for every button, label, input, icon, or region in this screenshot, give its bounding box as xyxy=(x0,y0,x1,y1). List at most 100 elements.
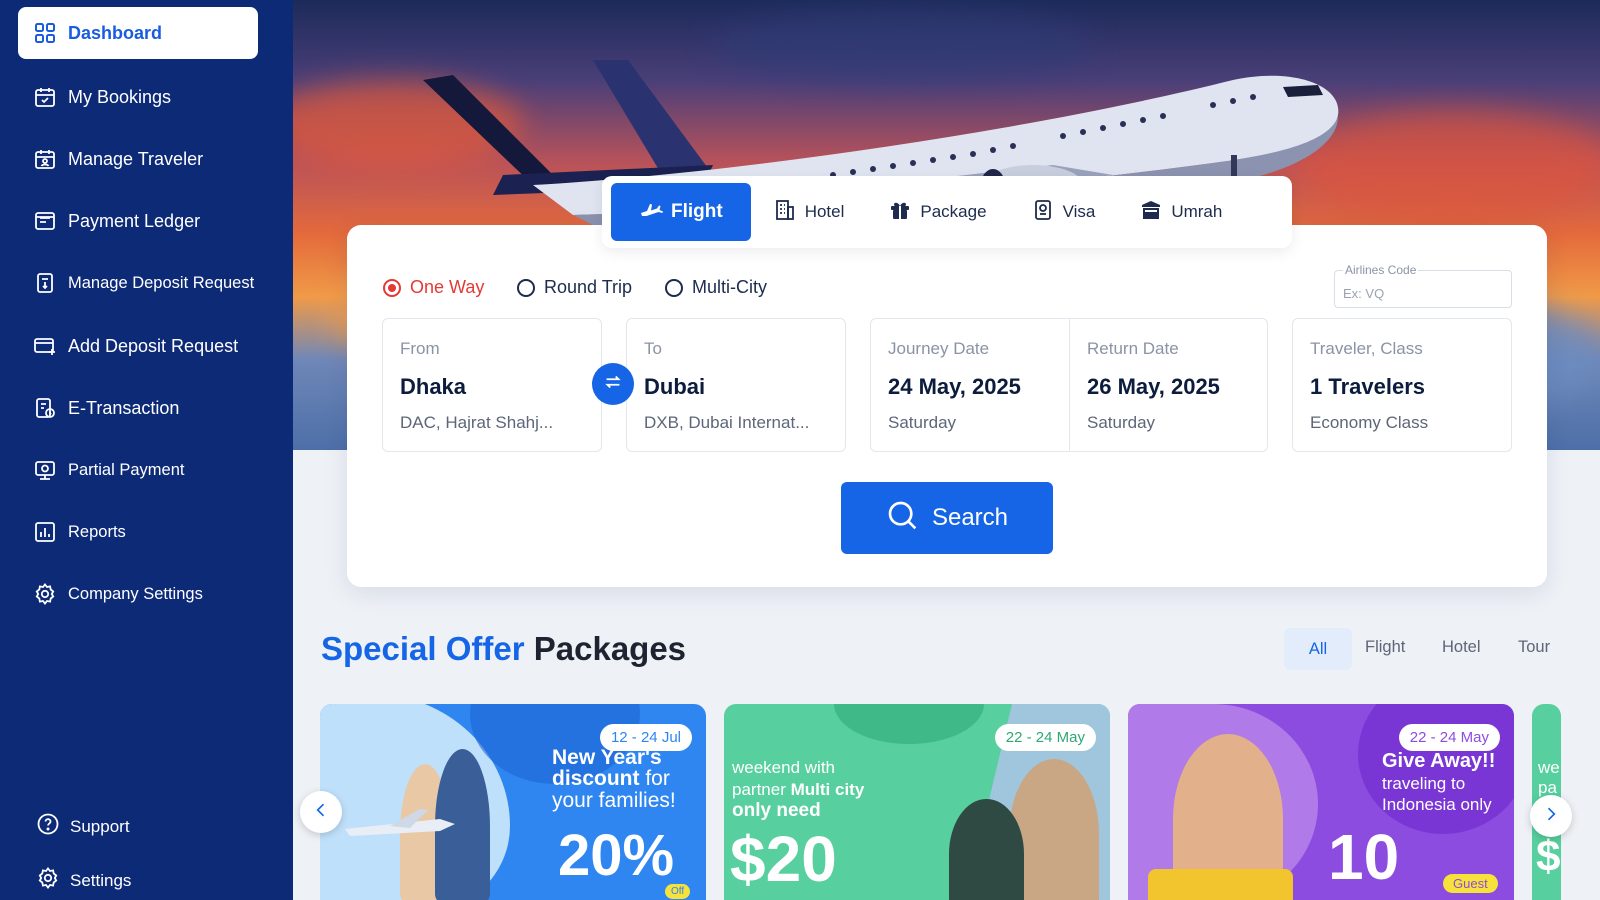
offer-line-2: discount for xyxy=(552,768,670,789)
offer-line-3: your families! xyxy=(552,789,676,812)
search-icon xyxy=(886,499,918,538)
tab-flight[interactable]: Flight xyxy=(611,183,751,241)
airlines-code-field[interactable]: Airlines Code xyxy=(1334,263,1512,308)
sidebar-item-my-bookings[interactable]: My Bookings xyxy=(18,71,258,123)
tab-hotel[interactable]: Hotel xyxy=(751,183,867,241)
filter-hotel[interactable]: Hotel xyxy=(1442,638,1481,657)
ledger-icon xyxy=(32,208,58,234)
offer-line-2-rest: partner xyxy=(732,780,786,799)
sidebar-item-reports[interactable]: Reports xyxy=(18,506,258,558)
return-date-field[interactable]: Return Date 26 May, 2025 Saturday xyxy=(1069,318,1268,452)
swap-button[interactable] xyxy=(592,363,634,405)
reports-icon xyxy=(32,519,58,545)
plane-illustration xyxy=(345,809,455,836)
carousel-next-button[interactable] xyxy=(1530,795,1572,837)
sidebar-item-label: E-Transaction xyxy=(68,397,180,418)
service-tabs: Flight Hotel Package Visa Umrah xyxy=(602,176,1292,248)
sidebar-item-label: Partial Payment xyxy=(68,460,185,479)
sidebar-item-e-transaction[interactable]: E-Transaction xyxy=(18,382,258,434)
sidebar-item-label: My Bookings xyxy=(68,86,172,107)
to-field[interactable]: To Dubai DXB, Dubai Internat... xyxy=(626,318,846,452)
sidebar-item-settings[interactable]: Settings xyxy=(36,866,131,895)
return-date-label: Return Date xyxy=(1087,339,1179,358)
filter-tour[interactable]: Tour xyxy=(1518,638,1550,657)
offer-big-value: 20% xyxy=(558,823,675,888)
sidebar-item-label: Add Deposit Request xyxy=(68,335,239,356)
to-city: Dubai xyxy=(644,374,706,399)
from-field[interactable]: From Dhaka DAC, Hajrat Shahj... xyxy=(382,318,602,452)
deposit-icon xyxy=(32,270,58,296)
carousel-prev-button[interactable] xyxy=(300,791,342,833)
traveler-class-field[interactable]: Traveler, Class 1 Travelers Economy Clas… xyxy=(1292,318,1512,452)
tab-label: Hotel xyxy=(804,202,845,221)
sidebar-item-add-deposit-request[interactable]: Add Deposit Request xyxy=(18,320,258,372)
search-button-label: Search xyxy=(931,504,1009,531)
sidebar-item-partial-payment[interactable]: Partial Payment xyxy=(18,444,258,496)
offer-line-2: traveling to xyxy=(1382,774,1466,793)
from-city: Dhaka xyxy=(400,374,467,399)
sidebar-item-label: Dashboard xyxy=(68,22,163,43)
offer-peek-text: we pa xyxy=(1538,758,1560,797)
travel-class: Economy Class xyxy=(1310,413,1429,432)
sidebar-item-manage-deposit-request[interactable]: Manage Deposit Request xyxy=(18,257,258,309)
offer-card-give-away[interactable]: 22 - 24 May Give Away!! traveling to Ind… xyxy=(1128,704,1514,900)
offer-line-3: Indonesia only xyxy=(1382,795,1492,814)
airlines-code-label: Airlines Code xyxy=(1343,263,1419,277)
journey-date-field[interactable]: Journey Date 24 May, 2025 Saturday xyxy=(870,318,1070,452)
offer-line-2-rest: for xyxy=(645,767,670,790)
grid-icon xyxy=(32,20,58,46)
offer-card-new-year[interactable]: 12 - 24 Jul New Year's discount for your… xyxy=(320,704,706,900)
calendar-user-icon xyxy=(32,146,58,172)
radio-label: Multi-City xyxy=(692,277,767,297)
section-title: Special Offer Packages xyxy=(321,630,686,668)
title-highlight: Special Offer xyxy=(321,630,525,667)
round-trip-radio[interactable]: Round Trip xyxy=(517,277,632,298)
tab-label: Visa xyxy=(1062,202,1096,221)
to-label: To xyxy=(644,339,662,358)
offer-line-3: only need xyxy=(732,800,821,821)
offer-line-1: weekend with xyxy=(732,758,836,777)
chevron-right-icon xyxy=(1541,804,1561,829)
tab-visa[interactable]: Visa xyxy=(1009,183,1118,241)
traveler-count: 1 Travelers xyxy=(1310,374,1425,399)
sidebar-item-support[interactable]: Support xyxy=(36,812,130,841)
from-label: From xyxy=(400,339,440,358)
journey-day: Saturday xyxy=(888,413,957,432)
chevron-left-icon xyxy=(311,800,331,825)
building-icon xyxy=(773,198,797,227)
tab-label: Package xyxy=(920,202,987,221)
search-button[interactable]: Search xyxy=(841,482,1053,554)
radio-indicator xyxy=(517,278,535,297)
offer-headline: New Year's xyxy=(552,746,662,769)
sidebar-item-dashboard[interactable]: Dashboard xyxy=(18,7,258,59)
title-rest: Packages xyxy=(533,630,687,667)
offer-headline: Give Away!! xyxy=(1382,750,1496,772)
offer-date-chip: 22 - 24 May xyxy=(994,724,1096,751)
sidebar-item-label: Support xyxy=(70,816,130,836)
offer-card-weekend[interactable]: 22 - 24 May weekend with partner Multi c… xyxy=(724,704,1110,900)
return-day: Saturday xyxy=(1087,413,1156,432)
sidebar: Dashboard My Bookings Manage Traveler Pa… xyxy=(0,0,293,900)
kaaba-icon xyxy=(1139,198,1163,227)
tab-umrah[interactable]: Umrah xyxy=(1117,183,1244,241)
tab-package[interactable]: Package xyxy=(866,183,1008,241)
filter-flight[interactable]: Flight xyxy=(1365,638,1405,657)
filter-all[interactable]: All xyxy=(1284,628,1352,670)
sidebar-item-label: Company Settings xyxy=(68,584,203,603)
from-airport: DAC, Hajrat Shahj... xyxy=(400,413,554,432)
offer-badge: Guest xyxy=(1443,874,1498,893)
sidebar-item-label: Settings xyxy=(70,870,132,890)
offer-line-2-bold: Multi city xyxy=(790,780,865,799)
partial-payment-icon xyxy=(32,457,58,483)
one-way-radio[interactable]: One Way xyxy=(383,277,484,298)
sidebar-item-company-settings[interactable]: Company Settings xyxy=(18,568,258,620)
journey-date-value: 24 May, 2025 xyxy=(888,374,1021,399)
calendar-check-icon xyxy=(32,84,58,110)
plane-icon xyxy=(639,197,663,227)
multi-city-radio[interactable]: Multi-City xyxy=(665,277,767,298)
radio-indicator xyxy=(665,278,683,297)
sidebar-item-manage-traveler[interactable]: Manage Traveler xyxy=(18,133,258,185)
sidebar-item-label: Reports xyxy=(68,522,126,541)
gear-icon xyxy=(36,866,60,895)
sidebar-item-payment-ledger[interactable]: Payment Ledger xyxy=(18,195,258,247)
